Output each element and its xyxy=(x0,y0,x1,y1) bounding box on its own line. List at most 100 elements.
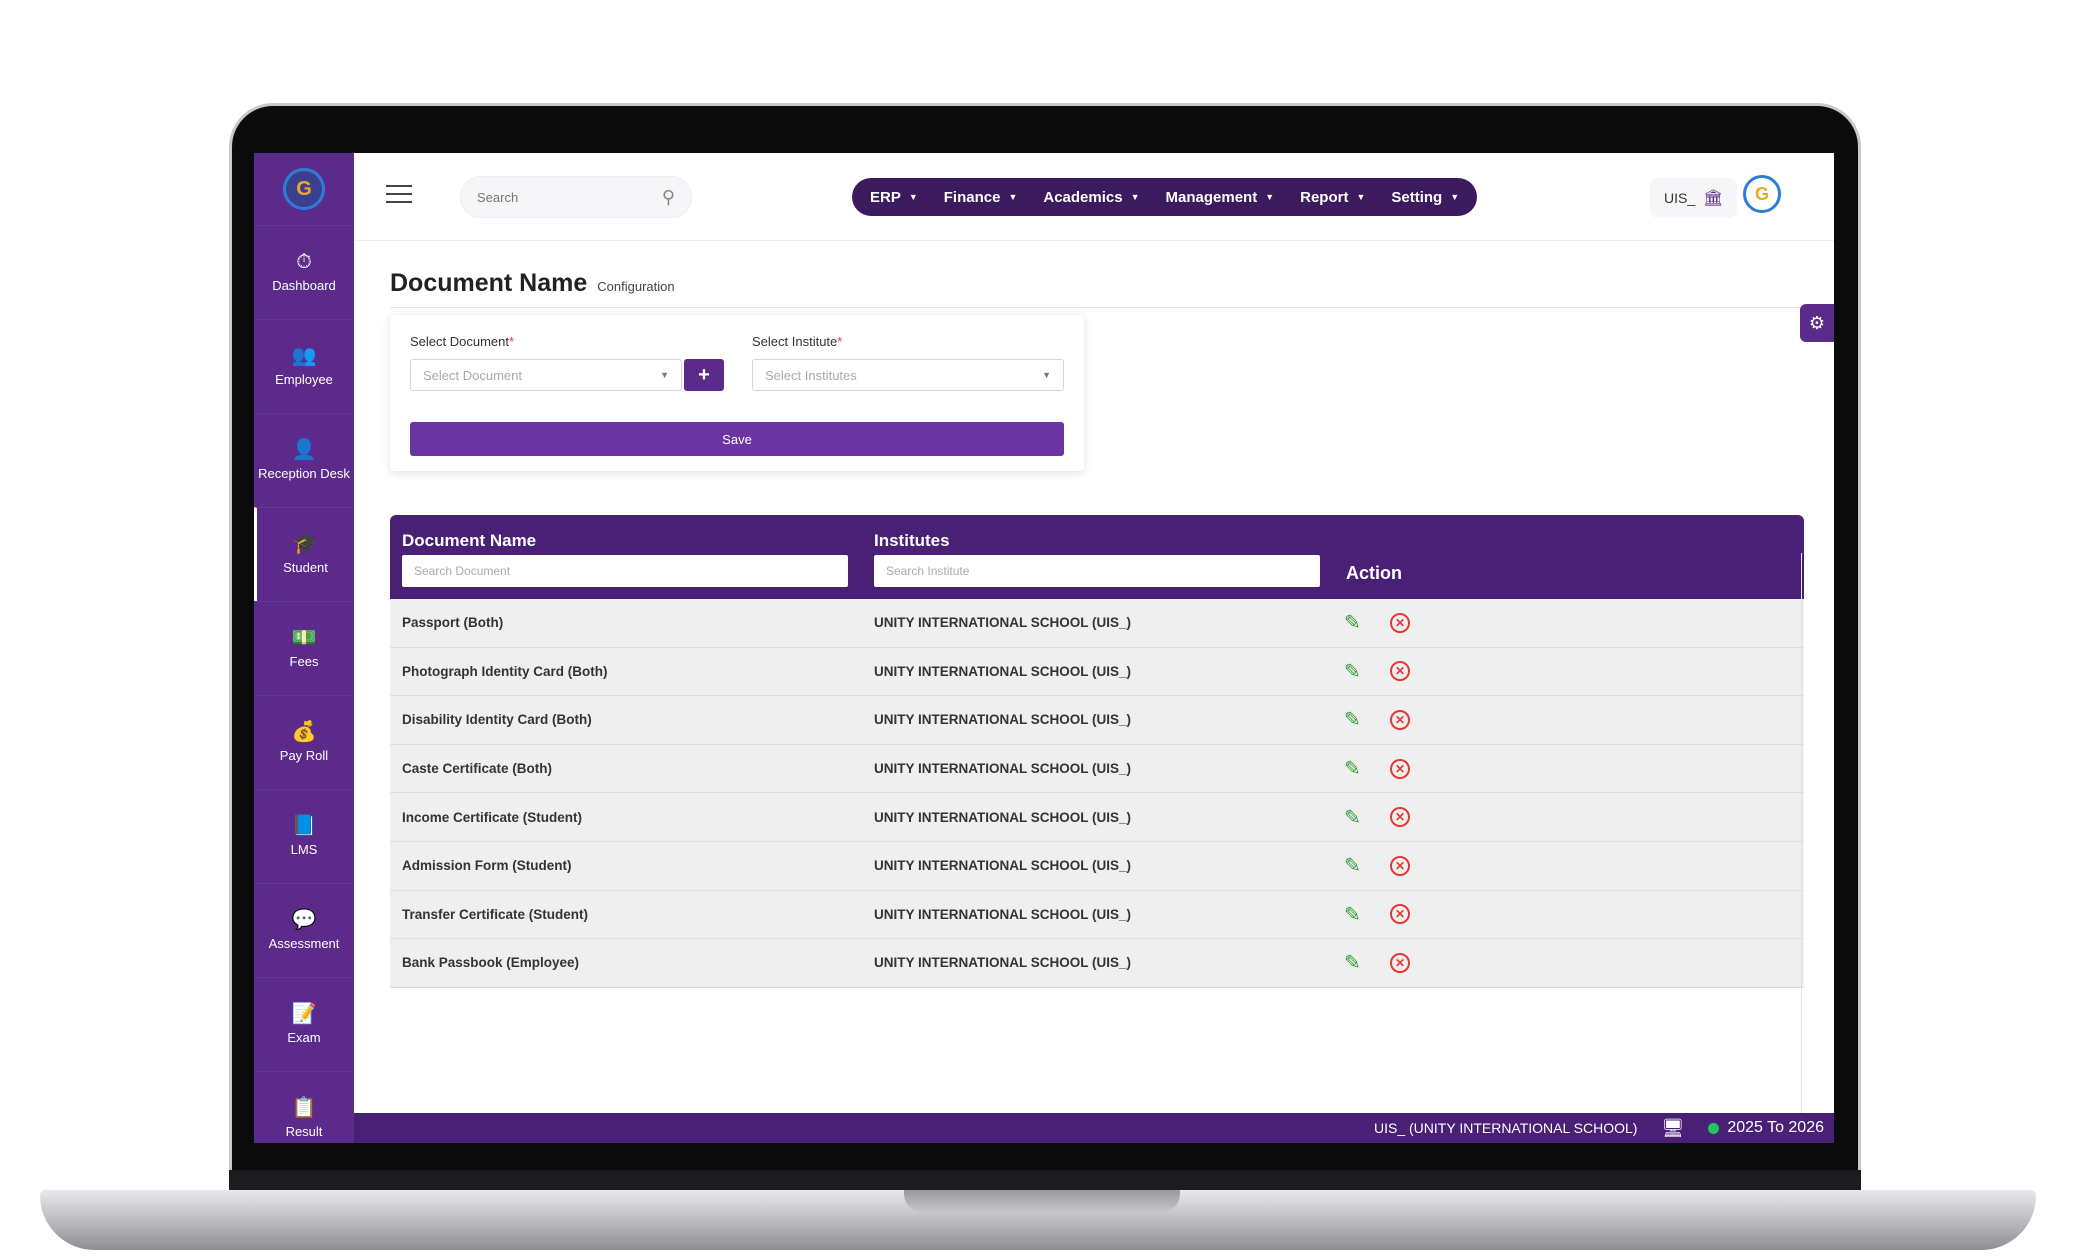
assessment-icon: 💬 xyxy=(291,909,317,931)
search-document-placeholder: Search Document xyxy=(414,564,511,578)
table-row: Transfer Certificate (Student) UNITY INTE… xyxy=(390,890,1804,940)
edit-pencil-icon[interactable]: ✎ xyxy=(1344,950,1361,975)
sidebar-item-label: Reception Desk xyxy=(258,466,350,481)
app-logo[interactable]: G xyxy=(254,153,354,225)
table-row: Disability Identity Card (Both) UNITY INT… xyxy=(390,696,1804,745)
delete-circle-icon[interactable]: ✕ xyxy=(1390,807,1410,828)
institute-field-label: Select Institute* xyxy=(752,334,843,349)
delete-circle-icon[interactable]: ✕ xyxy=(1390,709,1410,730)
menu-academics[interactable]: Academics ▼ xyxy=(1043,189,1139,206)
chevron-down-icon: ▼ xyxy=(660,370,669,380)
laptop-notch xyxy=(904,1190,1180,1212)
edit-pencil-icon[interactable]: ✎ xyxy=(1344,659,1361,684)
document-select-placeholder: Select Document xyxy=(423,367,522,383)
document-name-cell: Bank Passbook (Employee) xyxy=(402,955,580,971)
table-body: Passport (Both) UNITY INTERNATIONAL SCHOO… xyxy=(390,599,1804,988)
institute-cell: UNITY INTERNATIONAL SCHOOL (UIS_) xyxy=(874,761,1132,777)
institute-cell: UNITY INTERNATIONAL SCHOOL (UIS_) xyxy=(874,615,1132,631)
exam-icon: 📝 xyxy=(291,1003,317,1025)
caret-down-icon: ▼ xyxy=(1265,192,1275,202)
search-input[interactable] xyxy=(477,189,662,205)
institute-cell: UNITY INTERNATIONAL SCHOOL (UIS_) xyxy=(874,858,1132,874)
edit-pencil-icon[interactable]: ✎ xyxy=(1344,902,1361,927)
sidebar-item-reception-desk[interactable]: 👤 Reception Desk xyxy=(254,413,354,507)
add-document-button[interactable]: + xyxy=(684,359,724,391)
sidebar-item-result[interactable]: 📋 Result xyxy=(254,1071,354,1143)
search-document-input[interactable]: Search Document xyxy=(402,555,848,587)
result-icon: 📋 xyxy=(291,1097,317,1119)
document-name-cell: Disability Identity Card (Both) xyxy=(402,712,592,728)
employee-icon: 👥 xyxy=(291,345,317,367)
status-bar: UIS_ (UNITY INTERNATIONAL SCHOOL) 🖥 2025… xyxy=(354,1113,1834,1143)
institute-switcher[interactable]: UIS_ 🏛 xyxy=(1650,178,1738,218)
edit-pencil-icon[interactable]: ✎ xyxy=(1344,707,1361,732)
sidebar-item-label: Student xyxy=(283,560,328,575)
document-name-cell: Transfer Certificate (Student) xyxy=(402,906,589,922)
settings-gear-icon[interactable]: ⚙ xyxy=(1800,304,1834,342)
institute-cell: UNITY INTERNATIONAL SCHOOL (UIS_) xyxy=(874,809,1132,825)
table-header: Document Name Search Document Institutes… xyxy=(390,515,1804,599)
payroll-icon: 💰 xyxy=(291,721,317,743)
table-row: Photograph Identity Card (Both) UNITY INT… xyxy=(390,647,1804,697)
search-institute-placeholder: Search Institute xyxy=(886,564,970,578)
menu-erp[interactable]: ERP ▼ xyxy=(870,189,918,206)
search-icon[interactable]: ⚲ xyxy=(662,187,675,208)
edit-pencil-icon[interactable]: ✎ xyxy=(1344,853,1361,878)
menu-label: Finance xyxy=(943,188,1001,206)
delete-circle-icon[interactable]: ✕ xyxy=(1390,855,1410,876)
sidebar-item-student[interactable]: 🎓 Student xyxy=(254,507,354,601)
caret-down-icon: ▼ xyxy=(1356,192,1366,202)
fees-icon: 💵 xyxy=(291,627,317,649)
institute-code: UIS_ xyxy=(1664,190,1696,206)
delete-circle-icon[interactable]: ✕ xyxy=(1390,661,1410,682)
caret-down-icon: ▼ xyxy=(908,192,918,202)
content-border xyxy=(1801,553,1802,1113)
sidebar-item-label: Dashboard xyxy=(272,278,336,293)
menu-label: Setting xyxy=(1391,188,1443,206)
chevron-down-icon: ▼ xyxy=(1042,370,1051,380)
menu-setting[interactable]: Setting ▼ xyxy=(1391,189,1459,206)
delete-circle-icon[interactable]: ✕ xyxy=(1390,612,1410,633)
menu-label: Academics xyxy=(1043,188,1123,206)
menu-toggle-icon[interactable] xyxy=(386,185,412,203)
edit-pencil-icon[interactable]: ✎ xyxy=(1344,610,1361,635)
document-select[interactable]: Select Document ▼ xyxy=(410,359,682,391)
sidebar-item-exam[interactable]: 📝 Exam xyxy=(254,977,354,1071)
sidebar-item-label: Fees xyxy=(289,654,319,669)
document-name-cell: Admission Form (Student) xyxy=(402,858,572,874)
institute-cell: UNITY INTERNATIONAL SCHOOL (UIS_) xyxy=(874,712,1132,728)
edit-pencil-icon[interactable]: ✎ xyxy=(1344,805,1361,830)
search-institute-input[interactable]: Search Institute xyxy=(874,555,1320,587)
delete-circle-icon[interactable]: ✕ xyxy=(1390,952,1410,973)
sidebar-item-assessment[interactable]: 💬 Assessment xyxy=(254,883,354,977)
sidebar-item-label: Pay Roll xyxy=(279,748,329,763)
sidebar: G ⏱ Dashboard 👥 Employee 👤 Reception Desk 🎓 Stu… xyxy=(254,153,354,1143)
document-name-cell: Passport (Both) xyxy=(402,615,504,631)
global-search[interactable]: ⚲ xyxy=(460,176,692,218)
menu-finance[interactable]: Finance ▼ xyxy=(944,189,1018,206)
session-text: 2025 To 2026 xyxy=(1727,1119,1824,1136)
menu-label: Management xyxy=(1165,188,1258,206)
edit-pencil-icon[interactable]: ✎ xyxy=(1344,756,1361,781)
institute-select[interactable]: Select Institutes ▼ xyxy=(752,359,1064,391)
session-indicator[interactable]: 2025 To 2026 xyxy=(1708,1119,1824,1137)
status-dot xyxy=(1708,1122,1720,1134)
delete-circle-icon[interactable]: ✕ xyxy=(1390,904,1410,925)
lms-icon: 📘 xyxy=(291,815,317,837)
document-name-cell: Income Certificate (Student) xyxy=(402,809,583,825)
sidebar-item-lms[interactable]: 📘 LMS xyxy=(254,789,354,883)
sidebar-item-pay-roll[interactable]: 💰 Pay Roll xyxy=(254,695,354,789)
delete-circle-icon[interactable]: ✕ xyxy=(1390,758,1410,779)
switch-device-icon[interactable]: 🖥 xyxy=(1661,1118,1684,1139)
sidebar-item-employee[interactable]: 👥 Employee xyxy=(254,319,354,413)
reception-icon: 👤 xyxy=(291,439,317,461)
logo-icon: G xyxy=(283,168,325,210)
profile-logo-icon[interactable]: G xyxy=(1743,175,1781,213)
sidebar-item-fees[interactable]: 💵 Fees xyxy=(254,601,354,695)
sidebar-item-dashboard[interactable]: ⏱ Dashboard xyxy=(254,225,354,319)
save-button[interactable]: Save xyxy=(410,422,1064,456)
menu-management[interactable]: Management ▼ xyxy=(1166,189,1275,206)
topbar: ⚲ ERP▼Finance▼Academics▼Management▼Repor… xyxy=(354,153,1834,241)
document-name-cell: Caste Certificate (Both) xyxy=(402,761,553,777)
menu-report[interactable]: Report ▼ xyxy=(1300,189,1365,206)
